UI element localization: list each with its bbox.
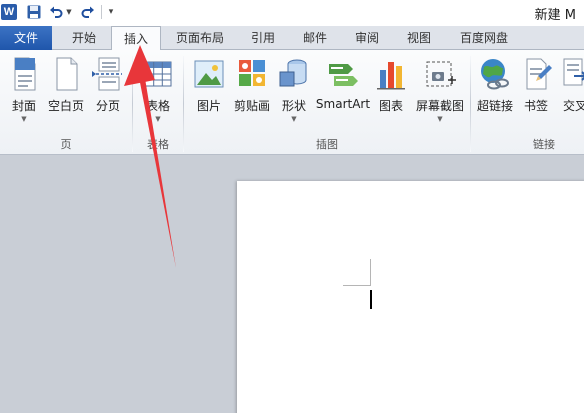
quick-access-toolbar: W ▼ ▾ 新建 M: [0, 0, 584, 26]
toolbar-divider: [101, 5, 102, 19]
document-workspace: Bai度经验 jingyan.baidu.com: [0, 156, 584, 413]
smartart-button[interactable]: SmartArt: [314, 56, 372, 134]
picture-button[interactable]: 图片: [185, 56, 233, 134]
save-icon[interactable]: [25, 3, 43, 21]
bookmark-label: 书签: [523, 99, 548, 113]
table-group-label: 表格: [147, 138, 169, 151]
smartart-label: SmartArt: [315, 97, 371, 111]
links-group-label: 链接: [533, 138, 555, 151]
page-break-label: 分页: [95, 99, 120, 113]
shapes-label: 形状: [281, 99, 306, 113]
bookmark-button[interactable]: 书签: [514, 56, 558, 134]
chevron-down-icon: ▼: [21, 115, 27, 123]
picture-label: 图片: [196, 99, 221, 113]
undo-dropdown-icon[interactable]: ▼: [65, 3, 73, 21]
cross-reference-icon: [558, 56, 584, 92]
chart-icon: [374, 56, 408, 92]
clip-art-icon: [235, 56, 269, 92]
cross-reference-label: 交叉: [562, 99, 584, 113]
screenshot-button[interactable]: 屏幕截图 ▼: [412, 56, 468, 134]
chevron-down-icon: ▼: [155, 115, 161, 123]
group-divider: [470, 56, 471, 152]
margin-corner-mark: [370, 259, 371, 286]
globe-link-icon: [478, 56, 512, 92]
screenshot-label: 屏幕截图: [415, 99, 464, 113]
customize-toolbar-icon[interactable]: ▾: [105, 3, 117, 21]
margin-corner-mark: [343, 285, 370, 286]
ribbon-insert: 封面 ▼ 空白页 分页 页 表格 ▼ 表格 图片 剪贴画 形状 ▼ SmartA…: [0, 50, 584, 155]
illustrations-group-label: 插图: [316, 138, 338, 151]
page-break-icon: [91, 56, 125, 92]
group-divider: [132, 56, 133, 152]
undo-icon[interactable]: [48, 3, 64, 21]
chart-label: 图表: [378, 99, 403, 113]
shapes-icon: [277, 56, 311, 92]
tab-baidu-netdisk[interactable]: 百度网盘: [448, 26, 520, 50]
blank-page-label: 空白页: [47, 99, 84, 113]
tab-insert[interactable]: 插入: [111, 26, 161, 51]
chevron-down-icon: ▼: [437, 115, 443, 123]
group-divider: [183, 56, 184, 152]
tab-home[interactable]: 开始: [58, 26, 110, 50]
tab-view[interactable]: 视图: [396, 26, 442, 50]
tab-review[interactable]: 审阅: [344, 26, 390, 50]
picture-icon: [192, 56, 226, 92]
table-button[interactable]: 表格 ▼: [134, 56, 182, 134]
watermark-url: jingyan.baidu.com: [480, 402, 554, 411]
table-icon: [141, 56, 175, 92]
tab-mailings[interactable]: 邮件: [292, 26, 338, 50]
pages-group-label: 页: [60, 138, 72, 151]
cover-page-button[interactable]: 封面 ▼: [0, 56, 48, 134]
blank-page-button[interactable]: 空白页: [42, 56, 90, 134]
shapes-button[interactable]: 形状 ▼: [270, 56, 318, 134]
tab-file[interactable]: 文件: [0, 26, 52, 50]
ribbon-tabs: 文件 开始 插入 页面布局 引用 邮件 审阅 视图 百度网盘: [0, 26, 584, 51]
hyperlink-label: 超链接: [476, 99, 513, 113]
chart-button[interactable]: 图表: [367, 56, 415, 134]
tab-page-layout[interactable]: 页面布局: [166, 26, 234, 50]
blank-page-icon: [49, 56, 83, 92]
cover-page-label: 封面: [11, 99, 36, 113]
hyperlink-button[interactable]: 超链接: [472, 56, 518, 134]
page-break-button[interactable]: 分页: [84, 56, 132, 134]
word-app-icon[interactable]: W: [1, 4, 17, 20]
chevron-down-icon: ▼: [291, 115, 297, 123]
document-title: 新建 M: [534, 8, 576, 23]
screenshot-icon: [423, 56, 457, 92]
smartart-icon: [326, 56, 360, 92]
baidu-jingyan-watermark: Bai度经验: [433, 374, 554, 402]
cross-reference-button[interactable]: 交叉: [553, 56, 584, 134]
tab-references[interactable]: 引用: [240, 26, 286, 50]
bookmark-icon: [519, 56, 553, 92]
redo-icon[interactable]: [80, 3, 96, 21]
text-cursor: [370, 290, 372, 309]
cover-page-icon: [7, 56, 41, 92]
table-label: 表格: [145, 99, 170, 113]
